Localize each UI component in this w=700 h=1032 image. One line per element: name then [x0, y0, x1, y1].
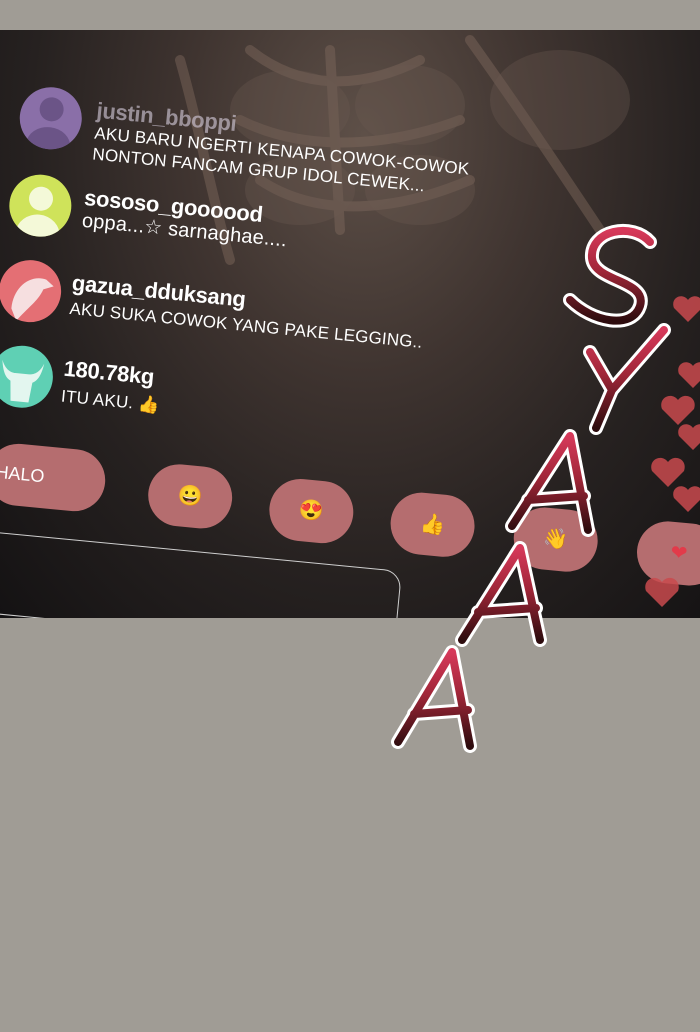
sound-effect-syaaa — [391, 223, 671, 753]
